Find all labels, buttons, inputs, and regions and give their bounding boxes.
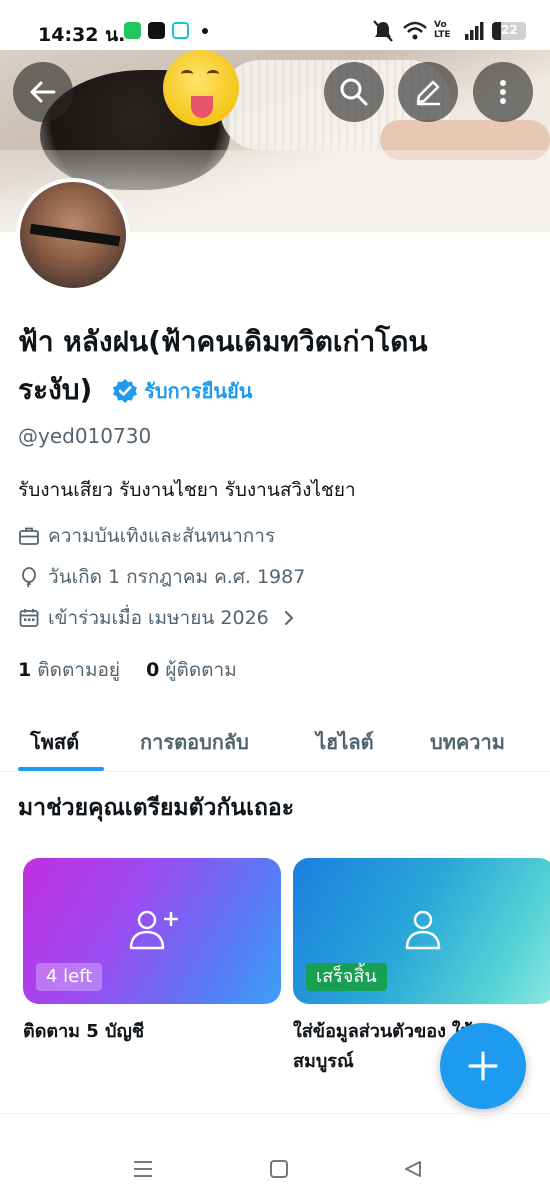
profile-tabs: โพสต์ การตอบกลับ ไฮไลต์ บทความ: [0, 710, 550, 772]
back-triangle-icon: [405, 1161, 421, 1177]
arrow-left-icon: [30, 81, 56, 103]
profile-name-line2: ระงับ): [18, 373, 93, 406]
bottom-divider: [0, 1113, 550, 1114]
profile-category: ความบันเทิงและสันทนาการ: [18, 522, 275, 550]
verified-label[interactable]: รับการยืนยัน: [144, 367, 252, 415]
battery-level: 22: [501, 23, 518, 37]
shop-app-icon: [172, 22, 189, 39]
edit-button[interactable]: [398, 62, 458, 122]
home-button[interactable]: [264, 1154, 294, 1184]
tongue-emoji-icon: [163, 50, 239, 126]
status-bar: 14:32 น. Vo LTE 22: [0, 0, 550, 50]
card-caption-follow: ติดตาม 5 บัญชี: [23, 1021, 145, 1042]
birthday-label: วันเกิด 1 กรกฎาคม ค.ศ. 1987: [48, 566, 306, 588]
active-tab-indicator: [18, 767, 104, 771]
followers-count: 0: [146, 659, 160, 681]
notification-dot: [202, 28, 208, 34]
battery-icon: 22: [492, 22, 526, 40]
tiktok-app-icon: [148, 22, 165, 39]
add-user-icon: [129, 910, 178, 950]
recent-apps-button[interactable]: [128, 1154, 158, 1184]
home-square-icon: [270, 1160, 288, 1178]
volte-label: Vo LTE: [434, 20, 451, 40]
verified-badge[interactable]: รับการยืนยัน: [112, 367, 252, 415]
joined-label: เข้าร่วมเมื่อ เมษายน 2026: [48, 607, 269, 629]
search-icon: [340, 78, 368, 106]
followers-label: ผู้ติดตาม: [165, 659, 237, 681]
more-button[interactable]: [473, 62, 533, 122]
onboarding-title: มาช่วยคุณเตรียมตัวกันเถอะ: [18, 795, 295, 821]
more-vertical-icon: [500, 80, 506, 104]
user-icon: [405, 910, 441, 950]
system-nav-bar: [0, 1140, 550, 1200]
back-nav-button[interactable]: [398, 1154, 428, 1184]
status-icons: Vo LTE 22: [372, 18, 532, 44]
profile-birthday: วันเกิด 1 กรกฎาคม ค.ศ. 1987: [18, 563, 305, 591]
card-badge-done: เสร็จสิ้น: [306, 963, 387, 991]
calendar-icon: [19, 609, 39, 627]
following-count: 1: [18, 659, 32, 681]
chevron-right-icon: [284, 611, 294, 625]
profile-name: ฟ้า หลังฝน(ฟ้าคนเดิมทวิตเก่าโดน ระงับ) ร…: [18, 318, 538, 415]
verified-check-icon: [113, 379, 138, 403]
tab-posts[interactable]: โพสต์: [30, 726, 79, 758]
card-caption-profile-line1: ใส่ข้อมูลส่วนตัวของ: [293, 1021, 446, 1042]
search-button[interactable]: [324, 62, 384, 122]
compose-fab[interactable]: [440, 1023, 526, 1109]
tab-articles[interactable]: บทความ: [430, 726, 505, 758]
avatar[interactable]: [16, 178, 130, 292]
card-badge-left: 4 left: [36, 963, 103, 991]
wifi-icon: [403, 21, 427, 40]
recent-apps-icon: [134, 1161, 152, 1177]
tab-highlights[interactable]: ไฮไลต์: [316, 726, 374, 758]
follow-stats: 1 ติดตามอยู่ 0 ผู้ติดตาม: [18, 655, 237, 685]
profile-bio: รับงานเสียว รับงานไชยา รับงานสวิงไชยา: [18, 479, 356, 501]
onboarding-card-profile[interactable]: เสร็จสิ้น: [293, 858, 550, 1004]
status-time: 14:32 น.: [38, 24, 126, 46]
category-label: ความบันเทิงและสันทนาการ: [48, 525, 276, 547]
profile-name-line1: ฟ้า หลังฝน(ฟ้าคนเดิมทวิตเก่าโดน: [18, 325, 428, 358]
onboarding-card-follow[interactable]: 4 left: [23, 858, 281, 1004]
tab-replies[interactable]: การตอบกลับ: [140, 726, 249, 758]
following-link[interactable]: 1 ติดตามอยู่: [18, 659, 126, 681]
balloon-icon: [22, 567, 36, 588]
back-button[interactable]: [13, 62, 73, 122]
profile-handle: @yed010730: [18, 424, 152, 448]
mute-icon: [373, 20, 393, 42]
line-app-icon: [124, 22, 141, 39]
plus-icon: [468, 1051, 498, 1081]
profile-joined[interactable]: เข้าร่วมเมื่อ เมษายน 2026: [18, 604, 307, 632]
pencil-icon: [416, 80, 441, 106]
following-label: ติดตามอยู่: [37, 659, 121, 681]
signal-icon: [465, 22, 484, 40]
followers-link[interactable]: 0 ผู้ติดตาม: [146, 659, 237, 681]
briefcase-icon: [19, 527, 39, 545]
